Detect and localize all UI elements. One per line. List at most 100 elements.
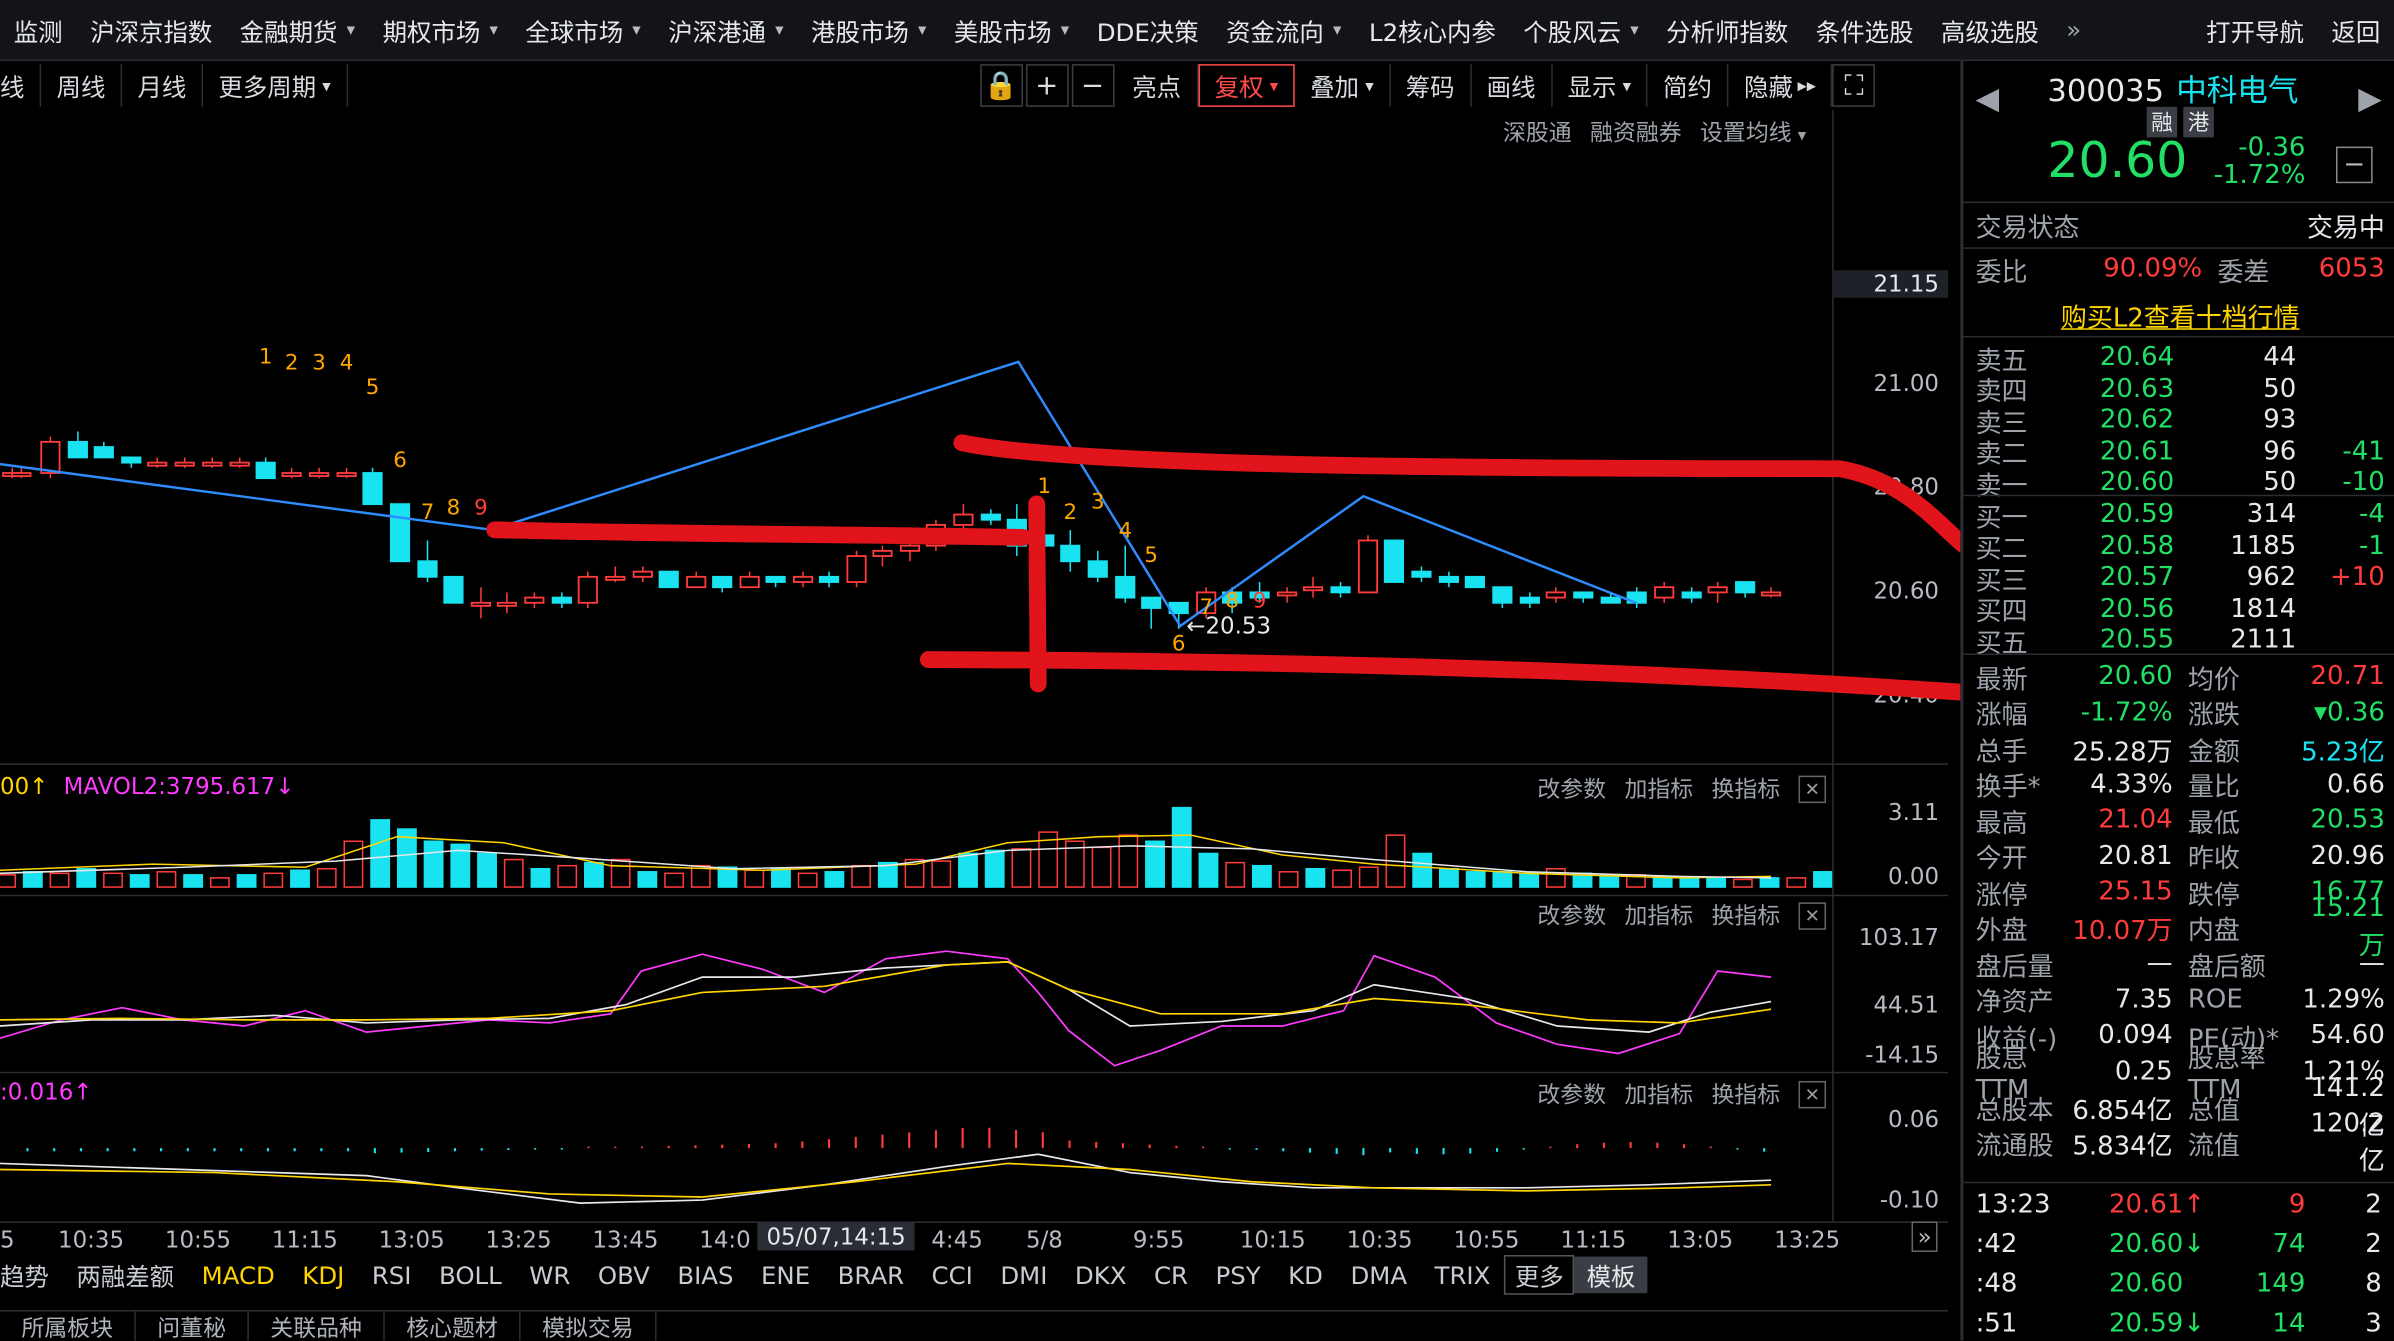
period-week[interactable]: 周线 (41, 64, 123, 107)
tab-theme[interactable]: 核心题材 (385, 1311, 521, 1341)
tool-adjust[interactable]: 复权 ▾ (1197, 64, 1295, 107)
close-icon[interactable]: ✕ (1798, 901, 1827, 930)
bid-price[interactable]: 20.59 (2067, 499, 2174, 530)
add-indicator[interactable]: 加指标 (1624, 773, 1693, 805)
nav-item-global[interactable]: 全球市场 (512, 0, 655, 60)
tab-rsi[interactable]: RSI (358, 1260, 425, 1289)
tab-cci[interactable]: CCI (918, 1260, 987, 1289)
tab-boll[interactable]: BOLL (425, 1260, 515, 1289)
prev-stock-icon[interactable]: ◀ (1976, 79, 1999, 116)
scroll-right-icon[interactable]: » (1911, 1221, 1938, 1252)
tab-dkx[interactable]: DKX (1061, 1260, 1140, 1289)
tab-dma[interactable]: DMA (1337, 1260, 1421, 1289)
seq-label: 6 (1172, 631, 1186, 656)
l2-link[interactable]: 购买L2查看十档行情 (2061, 295, 2300, 334)
back-button[interactable]: 返回 (2318, 0, 2394, 60)
tab-template[interactable]: 模板 (1574, 1256, 1648, 1294)
tool-hide[interactable]: 隐藏 ▸▸ (1729, 64, 1833, 107)
tab-kdj[interactable]: KDJ (289, 1260, 359, 1289)
tab-macd[interactable]: MACD (188, 1260, 289, 1289)
tab-more[interactable]: 更多 (1504, 1255, 1575, 1295)
more-icon[interactable]: » (2053, 0, 2095, 60)
close-icon[interactable]: ✕ (1798, 1080, 1827, 1108)
swap-indicator[interactable]: 换指标 (1712, 1078, 1781, 1110)
nav-item-screen[interactable]: 条件选股 (1802, 0, 1927, 60)
tab-sector[interactable]: 所属板块 (0, 1311, 136, 1341)
price-chart[interactable]: 1 2 3 4567 8 912 34567 8 9←20.53 (0, 110, 1832, 763)
tab-related[interactable]: 关联品种 (249, 1311, 385, 1341)
tool-draw[interactable]: 画线 (1471, 64, 1553, 107)
collapse-icon[interactable]: − (2335, 146, 2373, 184)
stat-value: 20.96 (2310, 840, 2385, 872)
nav-item-connect[interactable]: 沪深港通 (654, 0, 797, 60)
tab-ene[interactable]: ENE (747, 1260, 824, 1289)
nav-item-flow[interactable]: 资金流向 (1212, 0, 1355, 60)
add-indicator[interactable]: 加指标 (1624, 899, 1693, 931)
stat-label: 总值 (2187, 1095, 2240, 1127)
bid-price[interactable]: 20.57 (2067, 562, 2174, 593)
tab-cr[interactable]: CR (1140, 1260, 1202, 1289)
nav-item-dde[interactable]: DDE决策 (1083, 0, 1212, 60)
tool-highlight[interactable]: 亮点 (1117, 64, 1198, 107)
nav-item-monitor[interactable]: 监测 (0, 0, 76, 60)
ask-price[interactable]: 20.60 (2067, 467, 2174, 498)
tool-simple[interactable]: 简约 (1648, 64, 1729, 107)
edit-params[interactable]: 改参数 (1537, 899, 1606, 931)
bid-price[interactable]: 20.56 (2067, 593, 2174, 624)
swap-indicator[interactable]: 换指标 (1712, 899, 1781, 931)
bid-price[interactable]: 20.58 (2067, 531, 2174, 562)
close-icon[interactable]: ✕ (1798, 774, 1827, 803)
status-value: 交易中 (2306, 212, 2385, 244)
tab-ask-board[interactable]: 问董秘 (136, 1311, 249, 1341)
next-stock-icon[interactable]: ▶ (2358, 79, 2381, 116)
zoom-out-icon[interactable]: − (1071, 64, 1114, 107)
open-nav-button[interactable]: 打开导航 (2192, 0, 2317, 60)
tab-trend[interactable]: 趋势 (0, 1257, 63, 1294)
tab-bias[interactable]: BIAS (664, 1260, 748, 1289)
tool-overlay[interactable]: 叠加 ▾ (1295, 64, 1391, 107)
stat-label: 均价 (2187, 664, 2240, 696)
tab-dmi[interactable]: DMI (987, 1260, 1062, 1289)
period-month[interactable]: 月线 (122, 64, 204, 107)
tool-chips[interactable]: 筹码 (1390, 64, 1472, 107)
stat-value: 20.71 (2310, 661, 2385, 692)
nav-item-index[interactable]: 沪深京指数 (76, 0, 226, 60)
edit-params[interactable]: 改参数 (1537, 773, 1606, 805)
stat-value: 20.53 (2310, 804, 2385, 836)
ask-price[interactable]: 20.62 (2067, 405, 2174, 436)
expand-icon[interactable]: ⛶ (1832, 64, 1876, 107)
nav-item-l2[interactable]: L2核心内参 (1355, 0, 1509, 60)
tab-psy[interactable]: PSY (1202, 1260, 1275, 1289)
ask-price[interactable]: 20.64 (2067, 342, 2174, 373)
tab-sim-trade[interactable]: 模拟交易 (521, 1311, 657, 1341)
swap-indicator[interactable]: 换指标 (1712, 773, 1781, 805)
ask-price[interactable]: 20.63 (2067, 373, 2174, 404)
trend-line (0, 360, 1638, 628)
nav-item-hk[interactable]: 港股市场 (797, 0, 940, 60)
kdj-d-line (0, 961, 1772, 1024)
nav-item-futures[interactable]: 金融期货 (226, 0, 369, 60)
nav-item-us[interactable]: 美股市场 (940, 0, 1083, 60)
tab-brar[interactable]: BRAR (824, 1260, 918, 1289)
candle-up (11, 472, 32, 477)
edit-params[interactable]: 改参数 (1537, 1078, 1606, 1110)
nav-item-adv-screen[interactable]: 高级选股 (1927, 0, 2052, 60)
tab-wr[interactable]: WR (516, 1260, 585, 1289)
tab-margin-diff[interactable]: 两融差额 (63, 1257, 188, 1294)
period-day[interactable]: 线 (0, 64, 42, 107)
period-more[interactable]: 更多周期 ▾ (203, 64, 348, 107)
candle-down (712, 575, 733, 589)
nav-item-analyst[interactable]: 分析师指数 (1652, 0, 1802, 60)
tab-kd[interactable]: KD (1274, 1260, 1336, 1289)
zoom-in-icon[interactable]: + (1025, 64, 1069, 107)
nav-item-stock[interactable]: 个股风云 (1510, 0, 1653, 60)
nav-item-options[interactable]: 期权市场 (369, 0, 512, 60)
add-indicator[interactable]: 加指标 (1624, 1078, 1693, 1110)
tab-trix[interactable]: TRIX (1421, 1260, 1504, 1289)
bid-price[interactable]: 20.55 (2067, 624, 2174, 655)
tool-display[interactable]: 显示 ▾ (1552, 64, 1648, 107)
tab-obv[interactable]: OBV (584, 1260, 663, 1289)
lock-icon[interactable]: 🔒 (979, 64, 1023, 107)
vol-bar-down (1412, 852, 1433, 888)
ask-price[interactable]: 20.61 (2067, 436, 2174, 467)
